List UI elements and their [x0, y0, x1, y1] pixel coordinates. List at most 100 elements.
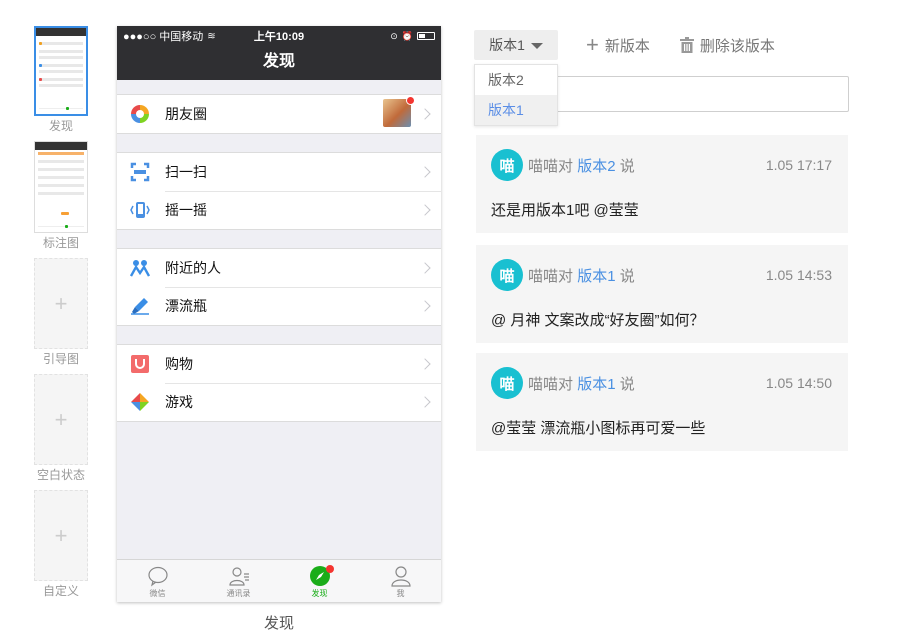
tab-discover[interactable]: 发现	[279, 560, 360, 602]
avatar: 喵	[491, 149, 523, 181]
thumbnail-caption: 引导图	[42, 352, 79, 366]
thumbnail-row	[39, 84, 83, 87]
nearby-people-icon	[130, 258, 150, 278]
chevron-right-icon	[419, 204, 431, 216]
avatar: 喵	[491, 367, 523, 399]
tab-me[interactable]: 我	[360, 560, 441, 602]
comment-card: 喵 喵喵对 版本1 说 1.05 14:50 @莹莹 漂流瓶小图标再可爱一些	[476, 353, 848, 451]
add-guide-thumbnail[interactable]: +	[34, 258, 88, 349]
delete-version-label: 删除该版本	[699, 37, 775, 55]
thumbnail-row	[39, 64, 83, 67]
comment-says: 说	[619, 158, 635, 175]
thumbnail-dot	[61, 212, 69, 215]
comment-timestamp: 1.05 14:53	[765, 267, 832, 283]
game-icon	[130, 392, 150, 412]
thumbnail-row	[38, 192, 84, 195]
version-option[interactable]: 版本2	[475, 65, 557, 95]
menu-item-label: 扫一扫	[165, 164, 207, 180]
tab-chats[interactable]: 微信	[117, 560, 198, 602]
version-select-label: 版本1	[489, 37, 525, 53]
thumbnail-annotated[interactable]	[34, 141, 88, 233]
comment-input[interactable]	[556, 76, 849, 112]
status-time: 上午10:09	[253, 31, 305, 43]
thumbnail-row	[39, 50, 83, 53]
menu-item-game[interactable]: 游戏	[117, 383, 441, 421]
thumbnail-row	[38, 168, 84, 171]
comment-text: 还是用版本1吧 @莹莹	[491, 202, 639, 219]
thumbnail-row	[39, 78, 83, 81]
thumbnail-tabbar	[38, 226, 84, 230]
unread-dot	[406, 96, 415, 105]
comment-version-link[interactable]: 版本2	[577, 158, 615, 175]
menu-item-moments[interactable]: 朋友圈	[117, 95, 441, 133]
plus-icon: +	[54, 406, 68, 432]
menu-item-label: 游戏	[165, 394, 193, 410]
profile-icon	[390, 566, 411, 587]
version-dropdown-menu: 版本2 版本1	[474, 64, 558, 126]
screen-caption: 发现	[263, 615, 294, 632]
menu-item-shopping[interactable]: 购物	[117, 345, 441, 383]
menu-group: 扫一扫 摇一摇	[117, 152, 441, 230]
menu-item-shake[interactable]: 摇一摇	[117, 191, 441, 229]
tab-bar: 微信 通讯录 发现 我	[117, 559, 441, 602]
delete-version-button[interactable]: 删除该版本	[679, 35, 775, 56]
comment-author: 喵喵对	[528, 158, 574, 175]
menu-item-drift-bottle[interactable]: 漂流瓶	[117, 287, 441, 325]
thumbnail-discover[interactable]	[34, 26, 88, 116]
comment-author: 喵喵对	[528, 376, 574, 393]
screen-thumbnail-rail: 发现 标注图 + 引导图 + 空白状态 + 自定义	[34, 26, 88, 600]
thumbnail-dot	[66, 107, 69, 110]
tab-label: 微信	[149, 589, 166, 598]
caret-down-icon	[530, 43, 543, 49]
version-select-button[interactable]: 版本1	[474, 30, 558, 60]
add-custom-thumbnail[interactable]: +	[34, 490, 88, 581]
thumbnail-row	[39, 70, 83, 73]
comment-card: 喵 喵喵对 版本1 说 1.05 14:53 @ 月神 文案改成“好友圈”如何？	[476, 245, 848, 343]
menu-item-scan[interactable]: 扫一扫	[117, 153, 441, 191]
thumbnail-navbar	[35, 142, 87, 150]
avatar: 喵	[491, 259, 523, 291]
shake-icon	[130, 200, 150, 220]
chevron-right-icon	[419, 358, 431, 370]
thumbnail-row	[38, 184, 84, 187]
menu-item-label: 漂流瓶	[165, 298, 207, 314]
thumbnail-row	[39, 56, 83, 59]
comment-version-link[interactable]: 版本1	[577, 376, 615, 393]
thumbnail-tabbar	[39, 108, 83, 112]
new-version-button[interactable]: + 新版本	[586, 34, 650, 56]
thumbnail-dot	[65, 225, 68, 228]
contacts-icon	[228, 567, 249, 586]
tab-contacts[interactable]: 通讯录	[198, 560, 279, 602]
plus-icon: +	[586, 32, 599, 57]
trash-icon	[679, 37, 694, 53]
unread-dot	[325, 565, 334, 573]
menu-item-label: 摇一摇	[165, 202, 207, 218]
thumbnail-row	[38, 160, 84, 163]
status-bar: ●●●○○ 中国移动 ≋ 上午10:09 ⊙ ⏰	[117, 26, 441, 46]
comment-timestamp: 1.05 14:50	[765, 375, 832, 391]
thumbnail-caption: 标注图	[42, 236, 79, 250]
thumbnail-row	[39, 42, 83, 45]
thumbnail-caption: 发现	[48, 119, 73, 133]
comment-header: 喵喵对 版本1 说	[528, 373, 635, 394]
comment-text: @莹莹 漂流瓶小图标再可爱一些	[491, 420, 706, 437]
comment-text: @ 月神 文案改成“好友圈”如何？	[491, 312, 705, 329]
version-option-selected[interactable]: 版本1	[475, 95, 557, 125]
chevron-right-icon	[419, 300, 431, 312]
thumbnail-dot	[39, 78, 42, 81]
tab-label: 我	[396, 589, 405, 598]
friend-avatar	[383, 96, 415, 127]
comment-header: 喵喵对 版本2 说	[528, 155, 635, 176]
add-empty-state-thumbnail[interactable]: +	[34, 374, 88, 465]
comment-says: 说	[619, 268, 635, 285]
menu-item-label: 附近的人	[165, 260, 221, 276]
comment-version-link[interactable]: 版本1	[577, 268, 615, 285]
chevron-right-icon	[419, 262, 431, 274]
menu-item-nearby-people[interactable]: 附近的人	[117, 249, 441, 287]
moments-icon	[130, 104, 150, 124]
thumbnail-dot	[39, 64, 42, 67]
thumbnail-row	[38, 176, 84, 179]
phone-preview: ●●●○○ 中国移动 ≋ 上午10:09 ⊙ ⏰ 发现 朋友圈 扫一扫 摇一摇 …	[117, 26, 441, 602]
version-toolbar: 版本1 + 新版本 删除该版本	[474, 30, 775, 60]
thumbnail-caption: 自定义	[42, 584, 79, 598]
